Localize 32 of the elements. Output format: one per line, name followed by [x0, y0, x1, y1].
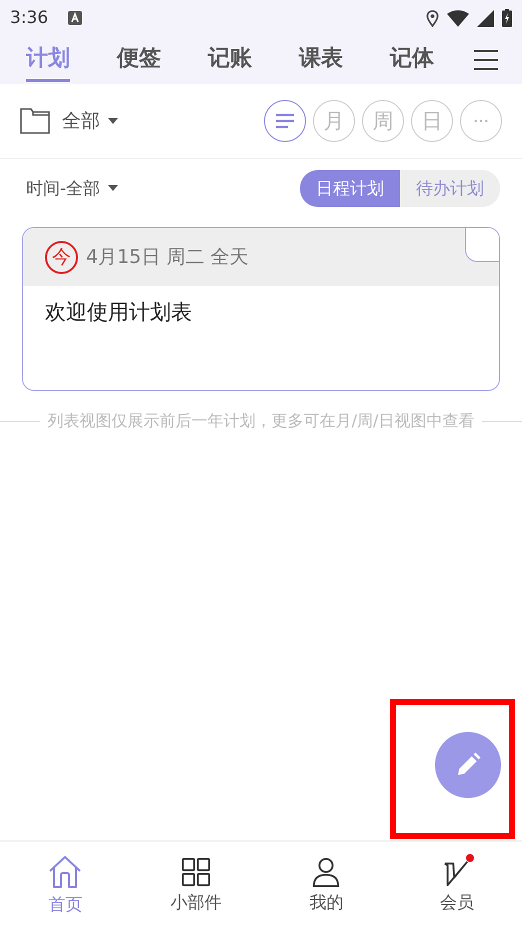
location-icon [426, 10, 439, 26]
nav-tab[interactable]: 会员 [392, 842, 522, 929]
tab[interactable]: 课表 [299, 38, 343, 82]
grid-icon [180, 857, 211, 887]
plan-title: 欢迎使用计划表 [44, 299, 193, 326]
status-time: 3:36 [10, 8, 48, 28]
today-badge: 今 [45, 240, 78, 274]
nav-tab[interactable]: 小部件 [130, 842, 261, 929]
more-icon [474, 119, 488, 123]
signal-icon [477, 10, 494, 26]
corner-tab [465, 228, 499, 262]
tab[interactable]: 便签 [117, 38, 161, 82]
battery-icon [502, 9, 512, 27]
plan-date: 4月15日 周二 全天 [86, 245, 248, 270]
menu-icon[interactable] [474, 50, 498, 70]
time-filter-dropdown[interactable]: 时间-全部 [26, 176, 118, 200]
home-icon [47, 855, 84, 889]
person-icon [311, 857, 342, 887]
nav-tab[interactable]: 我的 [261, 842, 392, 929]
list-view-button[interactable] [264, 100, 306, 142]
tab[interactable]: 记账 [208, 38, 252, 82]
more-button[interactable] [460, 100, 502, 142]
list-note: 列表视图仅展示前后一年计划，更多可在月/周/日视图中查看 [48, 411, 474, 432]
notification-icon [68, 11, 82, 25]
caret-icon [108, 118, 118, 124]
caret-icon [108, 185, 118, 191]
folder-dropdown[interactable]: 全部 [62, 108, 118, 134]
tab[interactable]: 记体 [390, 38, 434, 82]
wifi-icon [447, 10, 469, 26]
plan-card[interactable]: 今 4月15日 周二 全天 欢迎使用计划表 [22, 227, 500, 391]
list-icon [275, 113, 295, 129]
folder-icon[interactable] [20, 108, 50, 134]
